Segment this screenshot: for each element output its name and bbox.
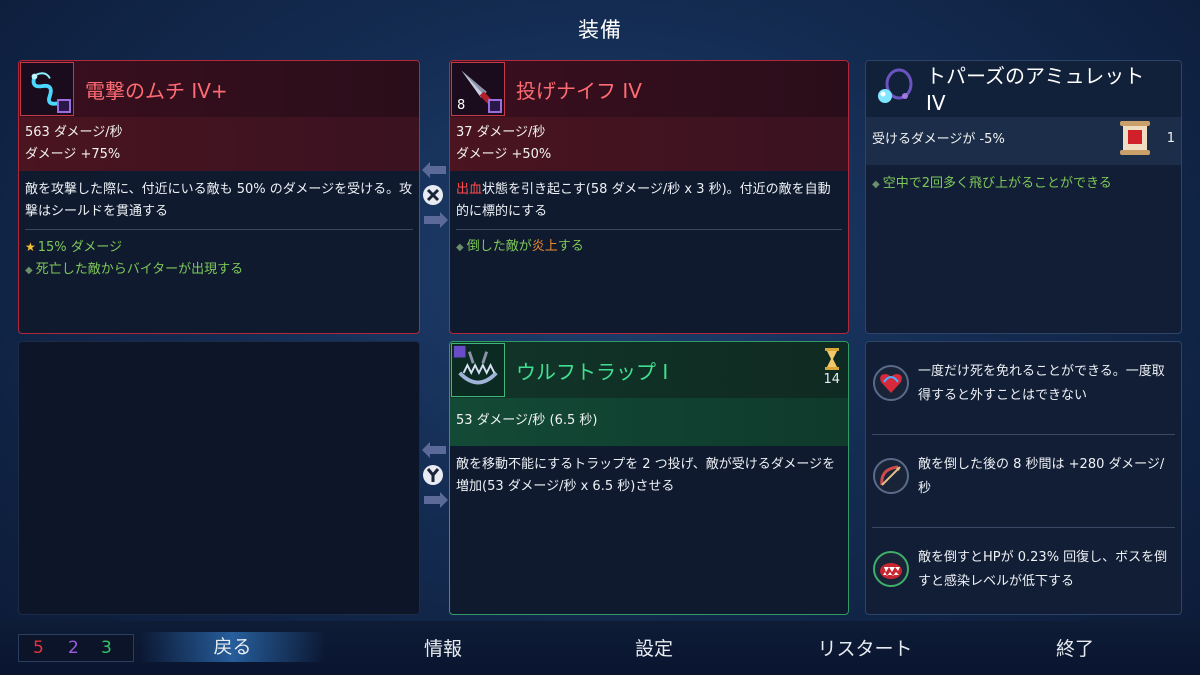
heart-revive-icon xyxy=(872,364,910,402)
quit-button[interactable]: 終了 xyxy=(1025,634,1125,661)
skill-dps: 53 ダメージ/秒 (6.5 秒) xyxy=(456,413,598,428)
page-title: 装備 xyxy=(578,18,622,42)
fanged-mouth-icon xyxy=(872,550,910,588)
brutality-scroll-icon xyxy=(1115,119,1155,165)
restart-button[interactable]: リスタート xyxy=(795,634,935,661)
diamond-bullet-icon: ◆ xyxy=(456,242,464,253)
weapon-1-damage-bonus: ダメージ +75% xyxy=(25,147,121,162)
weapon-slot-1-header: 電撃のムチ IV+ xyxy=(19,61,419,117)
swap-skills-button[interactable]: Y xyxy=(420,440,450,510)
empty-skill-slot[interactable] xyxy=(18,341,420,615)
knife-count: 8 xyxy=(457,98,466,113)
weapon-2-affix-pre: 倒した敵が xyxy=(466,239,532,254)
mutation-3[interactable]: 敵を倒すとHPが 0.23% 回復し、ボスを倒すと感染レベルが低下する xyxy=(866,528,1181,614)
weapon-2-description-text: 状態を引き起こす(58 ダメージ/秒 x 3 秒)。付近の敵を自動的に標的にする xyxy=(456,182,831,219)
survival-count: 3 xyxy=(101,638,112,658)
amulet-affix: 空中で2回多く飛び上がることができる xyxy=(882,176,1112,191)
weapon-slot-2-panel[interactable]: 8 投げナイフ IV 37 ダメージ/秒 ダメージ +50% 出血状態を引き起こ… xyxy=(449,60,849,334)
weapon-1-affix-1: 15% ダメージ xyxy=(37,240,123,255)
mutation-1-text: 一度だけ死を免れることができる。一度取得すると外すことはできない xyxy=(918,364,1165,403)
tactics-count: 2 xyxy=(68,638,79,658)
scroll-stats: 5 2 3 xyxy=(18,634,134,662)
throwing-knife-icon: 8 xyxy=(451,62,505,116)
back-button[interactable]: 戻る xyxy=(140,632,325,662)
bow-arrow-icon xyxy=(872,457,910,495)
weapon-slot-2-header: 8 投げナイフ IV xyxy=(450,61,848,117)
skill-header: ウルフトラップ I 14 xyxy=(450,342,848,398)
cooldown-seconds: 14 xyxy=(823,372,840,387)
amulet-affixes: ◆ 空中で2回多く飛び上がることができる xyxy=(866,165,1181,202)
scroll-count: 1 xyxy=(1166,131,1175,146)
brutality-count: 5 xyxy=(33,638,44,658)
mutation-3-text: 敵を倒すとHPが 0.23% 回復し、ボスを倒すと感染レベルが低下する xyxy=(918,550,1168,589)
weapon-2-description: 出血状態を引き起こす(58 ダメージ/秒 x 3 秒)。付近の敵を自動的に標的に… xyxy=(450,171,848,229)
weapon-1-stats: 563 ダメージ/秒 ダメージ +75% xyxy=(19,117,419,171)
settings-button[interactable]: 設定 xyxy=(604,634,704,661)
amulet-header: トパーズのアミュレット IV xyxy=(866,61,1181,117)
star-icon: ★ xyxy=(25,240,36,254)
amulet-panel[interactable]: トパーズのアミュレット IV 受けるダメージが -5% 1 ◆ 空中で2回多く飛び… xyxy=(865,60,1182,334)
weapon-1-name: 電撃のムチ IV+ xyxy=(85,79,228,103)
topaz-amulet-icon xyxy=(867,62,921,116)
amulet-stats: 受けるダメージが -5% 1 xyxy=(866,117,1181,165)
mutation-2[interactable]: 敵を倒した後の 8 秒間は +280 ダメージ/秒 xyxy=(866,435,1181,528)
skill-description: 敵を移動不能にするトラップを 2 つ投げ、敵が受けるダメージを増加(53 ダメー… xyxy=(456,457,836,494)
weapon-1-affixes: ★ 15% ダメージ ◆ 死亡した敵からバイターが出現する xyxy=(19,230,419,288)
skill-slot-panel[interactable]: ウルフトラップ I 14 53 ダメージ/秒 (6.5 秒) 敵を移動不能にする… xyxy=(449,341,849,615)
skill-cooldown: 14 xyxy=(823,348,840,387)
amulet-name: トパーズのアミュレット IV xyxy=(926,64,1145,115)
weapon-2-name: 投げナイフ IV xyxy=(516,79,642,103)
weapon-2-affixes: ◆ 倒した敵が炎上する xyxy=(450,230,848,265)
weapon-1-description: 敵を攻撃した際に、付近にいる敵も 50% のダメージを受ける。攻撃はシールドを貫… xyxy=(25,182,413,219)
bleed-keyword: 出血 xyxy=(456,182,483,197)
diamond-bullet-icon: ◆ xyxy=(872,179,880,190)
weapon-tier-badge xyxy=(57,99,71,113)
weapon-2-damage-bonus: ダメージ +50% xyxy=(456,147,552,162)
weapon-2-stats: 37 ダメージ/秒 ダメージ +50% xyxy=(450,117,848,171)
mutation-1[interactable]: 一度だけ死を免れることができる。一度取得すると外すことはできない xyxy=(866,342,1181,435)
mutations-panel: 一度だけ死を免れることができる。一度取得すると外すことはできない 敵を倒した後の… xyxy=(865,341,1182,615)
skill-name: ウルフトラップ I xyxy=(516,360,669,384)
weapon-1-affix-2: 死亡した敵からバイターが出現する xyxy=(35,262,244,277)
wolf-trap-icon xyxy=(451,343,505,397)
info-button[interactable]: 情報 xyxy=(393,634,493,661)
mutation-2-text: 敵を倒した後の 8 秒間は +280 ダメージ/秒 xyxy=(918,457,1165,496)
weapon-1-dps: 563 ダメージ/秒 xyxy=(25,125,123,140)
hourglass-icon xyxy=(824,348,839,370)
weapon-tier-badge xyxy=(488,99,502,113)
skill-stats: 53 ダメージ/秒 (6.5 秒) xyxy=(450,398,848,446)
diamond-bullet-icon: ◆ xyxy=(25,265,33,276)
swap-weapons-button[interactable]: X xyxy=(420,160,450,230)
weapon-slot-1-panel[interactable]: 電撃のムチ IV+ 563 ダメージ/秒 ダメージ +75% 敵を攻撃した際に、… xyxy=(18,60,420,334)
burn-keyword: 炎上 xyxy=(531,239,558,254)
weapon-2-affix-post: する xyxy=(557,239,584,254)
electric-whip-icon xyxy=(20,62,74,116)
weapon-2-dps: 37 ダメージ/秒 xyxy=(456,125,546,140)
